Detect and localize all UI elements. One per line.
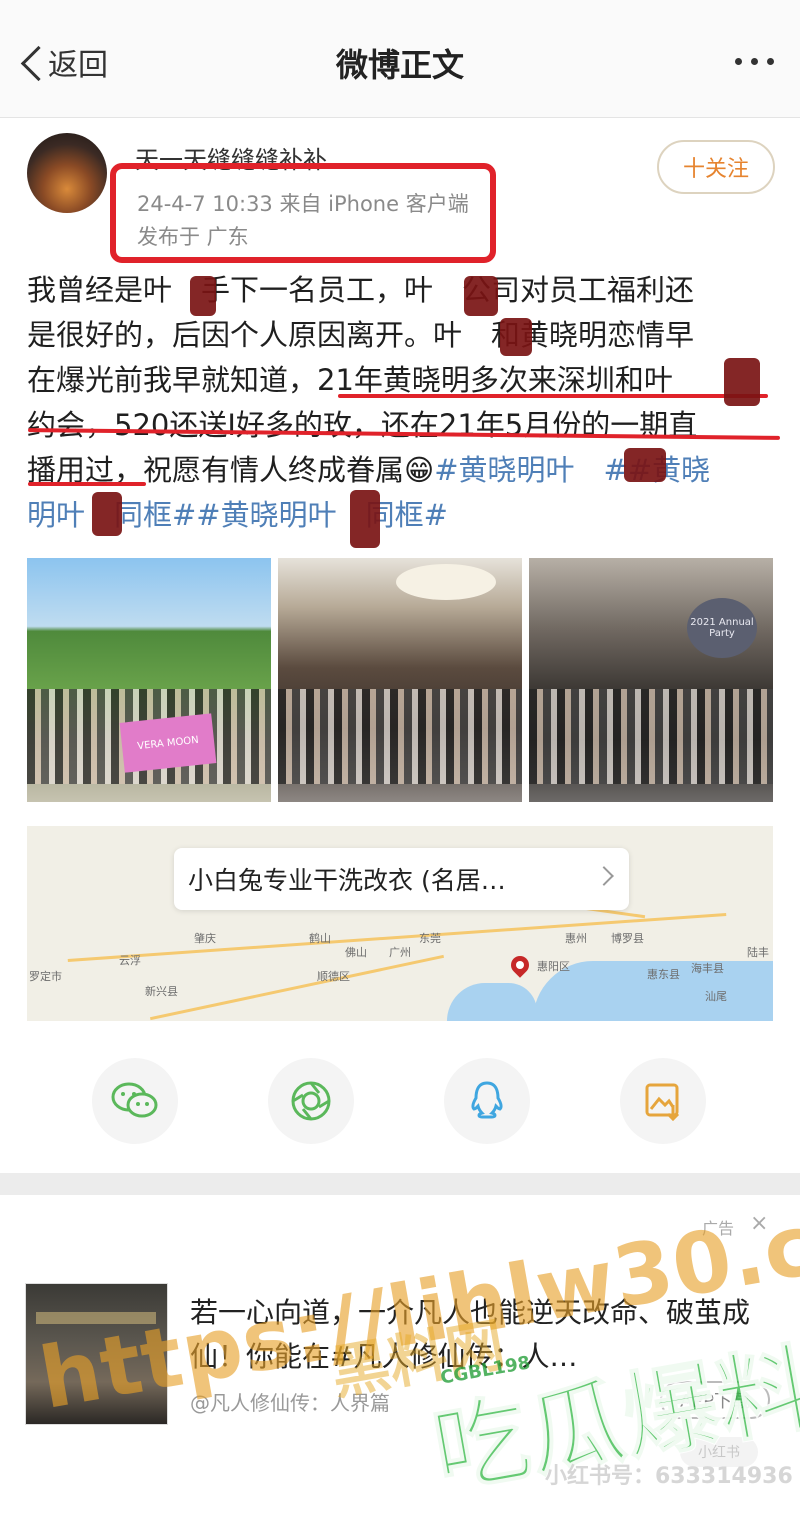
map-bay bbox=[447, 983, 537, 1021]
map-place-label: 汕尾 bbox=[705, 990, 727, 1003]
share-row bbox=[0, 1058, 800, 1148]
ad-thumbnail-caption bbox=[36, 1312, 156, 1324]
share-wechat-button[interactable] bbox=[92, 1058, 178, 1144]
map-pin-icon bbox=[507, 952, 533, 978]
avatar[interactable] bbox=[27, 133, 107, 213]
ad-source: @凡人修仙传：人界篇 bbox=[190, 1391, 390, 1415]
moments-icon bbox=[291, 1081, 331, 1121]
photo-chandelier bbox=[396, 564, 496, 600]
save-image-icon bbox=[645, 1083, 680, 1121]
section-divider bbox=[0, 1173, 800, 1195]
post-photo[interactable]: 2021 Annual Party bbox=[529, 558, 773, 802]
ad-text: 若一心向道，一介凡人也能逆天改命、破茧成仙！你能在#凡人修仙传：人… bbox=[190, 1296, 751, 1373]
post-text-line: 是很好的，后因个人原因离开。叶 和黄晓明恋情早 bbox=[27, 318, 695, 352]
share-qq-button[interactable] bbox=[444, 1058, 530, 1144]
redaction-mark bbox=[92, 492, 122, 536]
hashtag-link[interactable]: #黄晓明叶 ##黄晓 bbox=[434, 453, 710, 487]
hashtag-link[interactable]: 明叶 同框##黄晓明叶 同框# bbox=[27, 493, 777, 538]
follow-button[interactable]: 十关注 bbox=[657, 140, 775, 194]
chevron-right-icon bbox=[594, 866, 614, 886]
map-place-label: 佛山 bbox=[345, 946, 367, 959]
map-place-label: 顺德区 bbox=[317, 970, 350, 983]
map-place-label: 惠阳区 bbox=[537, 960, 570, 973]
redaction-mark bbox=[190, 276, 216, 316]
location-card[interactable]: 小白兔专业干洗改衣 (名居… bbox=[174, 848, 629, 910]
page-title: 微博正文 bbox=[335, 46, 464, 84]
map-place-label: 东莞 bbox=[419, 932, 441, 945]
more-options-icon[interactable] bbox=[735, 58, 774, 65]
ad-thumbnail[interactable] bbox=[25, 1283, 168, 1425]
photo-party-sign: 2021 Annual Party bbox=[687, 598, 757, 658]
share-moments-button[interactable] bbox=[268, 1058, 354, 1144]
map-place-label: 陆丰 bbox=[747, 946, 769, 959]
photo-crowd bbox=[278, 689, 522, 784]
ad-label: 广告 bbox=[702, 1219, 735, 1238]
redaction-mark bbox=[464, 276, 498, 316]
save-image-button[interactable] bbox=[620, 1058, 706, 1144]
ad-card[interactable]: 广告 × 若一心向道，一介凡人也能逆天改命、破茧成仙！你能在#凡人修仙传：人… … bbox=[0, 1195, 800, 1517]
qq-icon bbox=[471, 1081, 503, 1119]
post-text-line: 我曾经是叶 手下一名员工，叶 公司对员工福利还 bbox=[27, 273, 695, 307]
post-body: 我曾经是叶 手下一名员工，叶 公司对员工福利还 是很好的，后因个人原因离开。叶 … bbox=[27, 268, 777, 538]
post-card: 天一天缝缝缝补补 24-4-7 10:33 来自 iPhone 客户端 发布于 … bbox=[0, 118, 800, 1173]
follow-label: 十关注 bbox=[682, 157, 749, 182]
map-place-label: 广州 bbox=[389, 946, 411, 959]
redaction-mark bbox=[724, 358, 760, 406]
top-navigation-bar: 返回 微博正文 bbox=[0, 0, 800, 118]
platform-label: 小红书 bbox=[680, 1437, 758, 1467]
post-photo[interactable]: VERA MOON bbox=[27, 558, 271, 802]
photo-banner: VERA MOON bbox=[119, 713, 217, 773]
redaction-mark bbox=[624, 448, 666, 482]
red-highlight-box bbox=[110, 163, 496, 263]
post-text-line: 约会，520还送I好多的玫，还在21年5月份的一期直 bbox=[27, 408, 698, 442]
redaction-mark bbox=[500, 318, 532, 356]
close-icon[interactable]: × bbox=[750, 1211, 768, 1236]
redaction-mark bbox=[350, 490, 380, 548]
map-place-label: 肇庆 bbox=[194, 932, 216, 945]
map-place-label: 新兴县 bbox=[145, 985, 178, 998]
map-place-label: 惠州 bbox=[565, 932, 587, 945]
photo-crowd bbox=[529, 689, 773, 784]
map-place-label: 云浮 bbox=[119, 954, 141, 967]
wechat-icon bbox=[111, 1082, 158, 1118]
red-underline bbox=[28, 482, 146, 486]
map-road bbox=[149, 954, 445, 1021]
map-place-label: 海丰县 bbox=[691, 962, 724, 975]
red-underline bbox=[338, 394, 768, 398]
map-place-label: 惠东县 bbox=[647, 968, 680, 981]
location-name: 小白兔专业干洗改衣 (名居… bbox=[188, 866, 506, 895]
app-download-button[interactable]: APP下载 bbox=[660, 1381, 770, 1419]
post-photo[interactable] bbox=[278, 558, 522, 802]
map-place-label: 罗定市 bbox=[29, 970, 62, 983]
map-place-label: 鹤山 bbox=[309, 932, 331, 945]
map-place-label: 博罗县 bbox=[611, 932, 644, 945]
